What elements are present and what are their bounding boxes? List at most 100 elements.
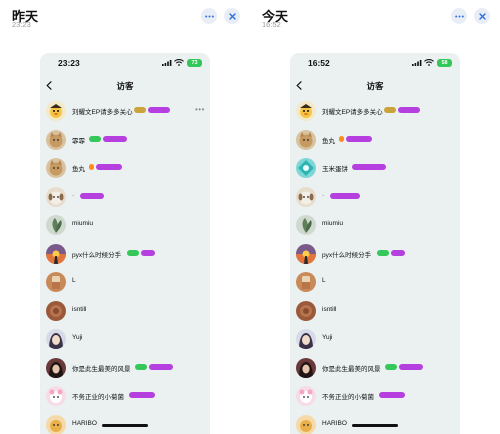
visitor-name: Yuji xyxy=(322,334,333,341)
visitor-name: 霏霏 xyxy=(72,137,85,145)
avatar[interactable] xyxy=(296,414,316,434)
avatar[interactable] xyxy=(296,300,316,321)
level-badge xyxy=(339,135,345,142)
avatar[interactable] xyxy=(296,386,316,406)
close-icon xyxy=(228,12,236,20)
level-badge xyxy=(390,249,405,256)
level-badge xyxy=(346,135,373,142)
visitor-row[interactable]: 你是此生最美的风景 xyxy=(290,354,460,382)
visitor-row[interactable]: HARIBO xyxy=(290,411,460,434)
status-bar: 23:23 73 xyxy=(40,53,210,73)
visitor-row[interactable]: 玉米蛋饼 xyxy=(290,154,460,182)
avatar[interactable] xyxy=(46,300,66,321)
avatar[interactable] xyxy=(46,357,66,378)
level-badge xyxy=(79,192,104,199)
avatar[interactable] xyxy=(296,186,316,207)
avatar[interactable] xyxy=(46,158,66,178)
visitor-name: 你是此生最美的风景 xyxy=(322,365,381,373)
phone-screenshot: 16:52 58 访客 刘耀文EP请多多关心 鱼丸 玉米蛋饼 · miumiu pyx什么… xyxy=(290,53,460,434)
nav-bar: 访客 xyxy=(290,75,460,97)
more-icon xyxy=(204,15,214,17)
visitor-row[interactable]: · xyxy=(290,183,460,211)
level-badge xyxy=(149,363,174,370)
visitor-name: 不务正业的小菊菌 xyxy=(322,394,374,401)
wifi-icon xyxy=(424,59,434,66)
visitor-row[interactable]: miumiu xyxy=(290,211,460,239)
page-title: 访客 xyxy=(366,81,384,91)
avatar[interactable] xyxy=(46,386,66,406)
visitor-row[interactable]: isntill xyxy=(40,297,210,325)
avatar[interactable] xyxy=(46,243,66,264)
home-indicator xyxy=(102,424,148,427)
avatar[interactable] xyxy=(46,101,66,121)
visitor-name: 鱼丸 xyxy=(72,166,85,173)
visitor-name: HARIBO xyxy=(322,419,347,427)
avatar[interactable] xyxy=(296,243,316,264)
visitor-name: pyx什么时候分手 xyxy=(322,251,372,259)
visitor-row[interactable]: 鱼丸 xyxy=(290,126,460,154)
avatar[interactable] xyxy=(296,158,316,178)
visitor-row[interactable]: Yuji xyxy=(40,325,210,353)
level-badge xyxy=(140,249,155,256)
avatar[interactable] xyxy=(46,215,66,235)
visitor-row[interactable]: 不务正业的小菊菌 xyxy=(40,382,210,410)
yesterday-panel: 昨天 23:23 23:23 73 访客 刘耀文EP请多多关心 ••• 霏霏 鱼丸 · m… xyxy=(0,0,250,434)
close-icon xyxy=(478,12,486,20)
level-badge xyxy=(89,164,95,170)
avatar[interactable] xyxy=(296,101,316,121)
visitor-row[interactable]: L xyxy=(290,268,460,296)
visitor-row[interactable]: pyx什么时候分手 xyxy=(290,240,460,268)
avatar[interactable] xyxy=(46,186,66,207)
level-badge xyxy=(89,135,102,142)
wifi-icon xyxy=(174,59,184,66)
level-badge xyxy=(103,135,128,142)
avatar[interactable] xyxy=(46,272,66,292)
avatar[interactable] xyxy=(46,329,66,349)
visitor-row[interactable]: miumiu xyxy=(40,211,210,239)
avatar[interactable] xyxy=(296,129,316,150)
avatar[interactable] xyxy=(296,357,316,378)
level-badge xyxy=(134,107,147,113)
avatar[interactable] xyxy=(296,272,316,292)
visitor-name: miumiu xyxy=(72,220,93,227)
level-badge xyxy=(135,363,148,370)
visitor-row[interactable]: · xyxy=(40,183,210,211)
visitor-row[interactable]: L xyxy=(40,268,210,296)
visitor-name: L xyxy=(322,277,326,284)
visitor-row[interactable]: Yuji xyxy=(290,325,460,353)
visitor-row[interactable]: 刘耀文EP请多多关心 xyxy=(290,97,460,125)
home-indicator xyxy=(352,424,398,427)
visitor-name: isntill xyxy=(322,305,337,313)
more-button[interactable] xyxy=(201,8,217,24)
level-badge xyxy=(378,392,405,398)
visitor-row[interactable]: 刘耀文EP请多多关心 ••• xyxy=(40,97,210,125)
visitor-name: 不务正业的小菊菌 xyxy=(72,394,124,401)
section-time: 16:52 xyxy=(262,20,281,29)
visitor-row[interactable]: pyx什么时候分手 xyxy=(40,240,210,268)
visitor-name: miumiu xyxy=(322,220,343,227)
close-button[interactable] xyxy=(474,8,490,24)
signal-icon xyxy=(162,60,172,66)
visitor-row[interactable]: 你是此生最美的风景 xyxy=(40,354,210,382)
visitor-name: · xyxy=(72,191,75,199)
visitor-name: isntill xyxy=(72,305,87,313)
row-more-icon[interactable]: ••• xyxy=(195,105,205,114)
section-time: 23:23 xyxy=(12,20,31,29)
visitor-row[interactable]: 不务正业的小菊菌 xyxy=(290,382,460,410)
close-button[interactable] xyxy=(224,8,240,24)
visitor-name: pyx什么时候分手 xyxy=(72,251,122,259)
visitor-row[interactable]: isntill xyxy=(290,297,460,325)
visitor-row[interactable]: HARIBO xyxy=(40,411,210,434)
signal-icon xyxy=(412,60,422,66)
visitor-row[interactable]: 鱼丸 xyxy=(40,154,210,182)
avatar[interactable] xyxy=(46,414,66,434)
avatar[interactable] xyxy=(296,329,316,349)
avatar[interactable] xyxy=(296,215,316,235)
more-button[interactable] xyxy=(451,8,467,24)
battery-icon: 58 xyxy=(437,59,452,67)
level-badge xyxy=(399,363,424,370)
visitor-name: 你是此生最美的风景 xyxy=(72,365,131,373)
visitor-row[interactable]: 霏霏 xyxy=(40,126,210,154)
avatar[interactable] xyxy=(46,129,66,150)
level-badge xyxy=(352,164,387,170)
